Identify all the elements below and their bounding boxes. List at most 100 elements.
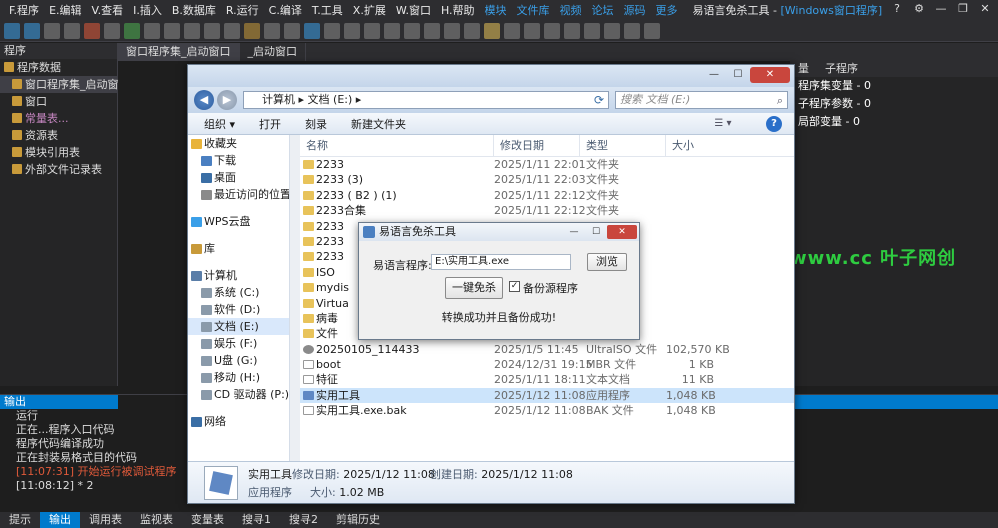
close-icon[interactable]: ✕ <box>750 67 790 83</box>
close-icon[interactable]: ✕ <box>607 225 637 239</box>
bottom-tab[interactable]: 提示 <box>0 512 40 528</box>
browse-button[interactable]: 浏览 <box>587 253 627 271</box>
bottom-tab[interactable]: 变量表 <box>182 512 233 528</box>
search-icon[interactable]: ⌕ <box>777 93 783 109</box>
minimize-icon[interactable]: — <box>563 225 585 239</box>
bottom-tab[interactable]: 输出 <box>40 512 80 528</box>
toolbar-button-icon[interactable] <box>104 22 120 39</box>
tree-item[interactable]: 程序数据 <box>0 59 117 76</box>
menu-item[interactable]: E.编辑 <box>44 2 86 18</box>
variables-row[interactable]: 子程序参数 - 0 <box>790 95 998 113</box>
nav-item[interactable]: 收藏夹 <box>188 135 289 152</box>
explorer-titlebar[interactable]: — ☐ ✕ <box>188 65 794 87</box>
nav-item[interactable]: 娱乐 (F:) <box>188 335 289 352</box>
file-row[interactable]: 20250105_114433 2025/1/5 11:45 UltraISO 文件… <box>300 342 794 357</box>
toolbar-button-icon[interactable] <box>244 22 260 39</box>
column-date[interactable]: 修改日期 <box>494 135 580 156</box>
toolbar-button-icon[interactable] <box>24 22 40 39</box>
bottom-tab[interactable]: 搜寻1 <box>233 512 280 528</box>
bottom-tab[interactable]: 调用表 <box>80 512 131 528</box>
column-size[interactable]: 大小 <box>666 135 794 156</box>
nav-item[interactable]: 计算机 <box>188 267 289 284</box>
view-options-icon[interactable]: ☰ ▾ <box>712 116 734 132</box>
backup-checkbox-label[interactable]: 备份源程序 <box>523 280 578 296</box>
toolbar-button-icon[interactable] <box>344 22 360 39</box>
toolbar-button-icon[interactable] <box>484 22 500 39</box>
toolbar-button-icon[interactable] <box>84 22 100 39</box>
nav-item[interactable]: CD 驱动器 (P:) <box>188 386 289 403</box>
toolbar-button-icon[interactable] <box>464 22 480 39</box>
menu-item[interactable]: F.程序 <box>4 2 44 18</box>
search-input[interactable]: 搜索 文档 (E:) ⌕ <box>615 91 788 109</box>
menu-item[interactable]: I.插入 <box>128 2 167 18</box>
menu-item[interactable]: B.数据库 <box>167 2 221 18</box>
toolbar-button-icon[interactable] <box>624 22 640 39</box>
toolbar-button-icon[interactable] <box>404 22 420 39</box>
one-click-button[interactable]: 一键免杀 <box>445 277 503 299</box>
refresh-icon[interactable]: ⟳ <box>590 91 608 109</box>
toolbar-button-icon[interactable] <box>544 22 560 39</box>
program-path-input[interactable]: E:\实用工具.exe <box>431 254 571 270</box>
menu-link[interactable]: 源码 <box>619 2 651 18</box>
toolbar-button-icon[interactable] <box>124 22 140 39</box>
toolbar-button-icon[interactable] <box>524 22 540 39</box>
menu-link[interactable]: 模块 <box>480 2 512 18</box>
nav-item[interactable]: 最近访问的位置 <box>188 186 289 203</box>
maximize-icon[interactable]: ☐ <box>585 225 607 239</box>
menu-link[interactable]: 文件库 <box>512 2 555 18</box>
file-row[interactable]: 2233 (3) 2025/1/11 22:03 文件夹 <box>300 172 794 187</box>
nav-item[interactable]: 移动 (H:) <box>188 369 289 386</box>
menu-item[interactable]: H.帮助 <box>436 2 480 18</box>
toolbar-button-icon[interactable] <box>584 22 600 39</box>
menu-item[interactable]: C.编译 <box>264 2 307 18</box>
nav-item[interactable]: WPS云盘 <box>188 213 289 230</box>
variables-tab[interactable]: 子程序 <box>817 61 866 77</box>
minimize-icon[interactable]: — <box>702 67 726 83</box>
restore-icon[interactable]: ❐ <box>956 2 970 16</box>
menu-item[interactable]: V.查看 <box>87 2 129 18</box>
document-tab[interactable]: _启动窗口 <box>240 43 306 61</box>
document-tab[interactable]: 窗口程序集_启动窗口 <box>118 43 240 61</box>
toolbar-button-icon[interactable] <box>504 22 520 39</box>
address-bar[interactable]: 计算机 ▸ 文档 (E:) ▸ <box>243 91 609 109</box>
toolbar-button-icon[interactable] <box>444 22 460 39</box>
file-row[interactable]: 实用工具.exe.bak 2025/1/12 11:08 BAK 文件 1,048 K… <box>300 403 794 418</box>
toolbar-button-icon[interactable] <box>164 22 180 39</box>
bottom-tab[interactable]: 剪辑历史 <box>327 512 389 528</box>
nav-item[interactable]: U盘 (G:) <box>188 352 289 369</box>
close-icon[interactable]: ✕ <box>978 2 992 16</box>
command-button[interactable]: 组织 ▾ <box>204 116 235 132</box>
toolbar-button-icon[interactable] <box>224 22 240 39</box>
tree-item[interactable]: 资源表 <box>0 127 117 144</box>
backup-checkbox[interactable]: ✓ <box>509 281 520 292</box>
back-icon[interactable]: ◀ <box>194 90 214 110</box>
nav-item[interactable]: 下载 <box>188 152 289 169</box>
nav-item[interactable]: 网络 <box>188 413 289 430</box>
minimize-icon[interactable]: — <box>934 2 948 16</box>
column-name[interactable]: 名称 <box>300 135 494 156</box>
maximize-icon[interactable]: ☐ <box>726 67 750 83</box>
toolbar-button-icon[interactable] <box>264 22 280 39</box>
tree-item[interactable]: 外部文件记录表 <box>0 161 117 178</box>
tree-item[interactable]: 模块引用表 <box>0 144 117 161</box>
toolbar-button-icon[interactable] <box>4 22 20 39</box>
toolbar-button-icon[interactable] <box>604 22 620 39</box>
file-row[interactable]: 特征 2025/1/11 18:11 文本文档 11 KB <box>300 372 794 387</box>
file-row[interactable]: 实用工具 2025/1/12 11:08 应用程序 1,048 KB <box>300 387 794 404</box>
forward-icon[interactable]: ▶ <box>217 90 237 110</box>
toolbar-button-icon[interactable] <box>64 22 80 39</box>
menu-item[interactable]: W.窗口 <box>391 2 436 18</box>
toolbar-button-icon[interactable] <box>384 22 400 39</box>
command-button[interactable]: 打开 <box>259 116 281 132</box>
menu-link[interactable]: 论坛 <box>587 2 619 18</box>
tree-item[interactable]: 窗口 <box>0 93 117 110</box>
settings-icon[interactable]: ⚙ <box>912 2 926 16</box>
nav-item[interactable]: 库 <box>188 240 289 257</box>
toolbar-button-icon[interactable] <box>644 22 660 39</box>
address-part[interactable]: 文档 (E:) <box>308 93 353 106</box>
nav-item[interactable]: 桌面 <box>188 169 289 186</box>
toolbar-button-icon[interactable] <box>204 22 220 39</box>
menu-item[interactable]: R.运行 <box>221 2 264 18</box>
bottom-tab[interactable]: 搜寻2 <box>280 512 327 528</box>
file-row[interactable]: boot 2024/12/31 19:15 MBR 文件 1 KB <box>300 357 794 372</box>
